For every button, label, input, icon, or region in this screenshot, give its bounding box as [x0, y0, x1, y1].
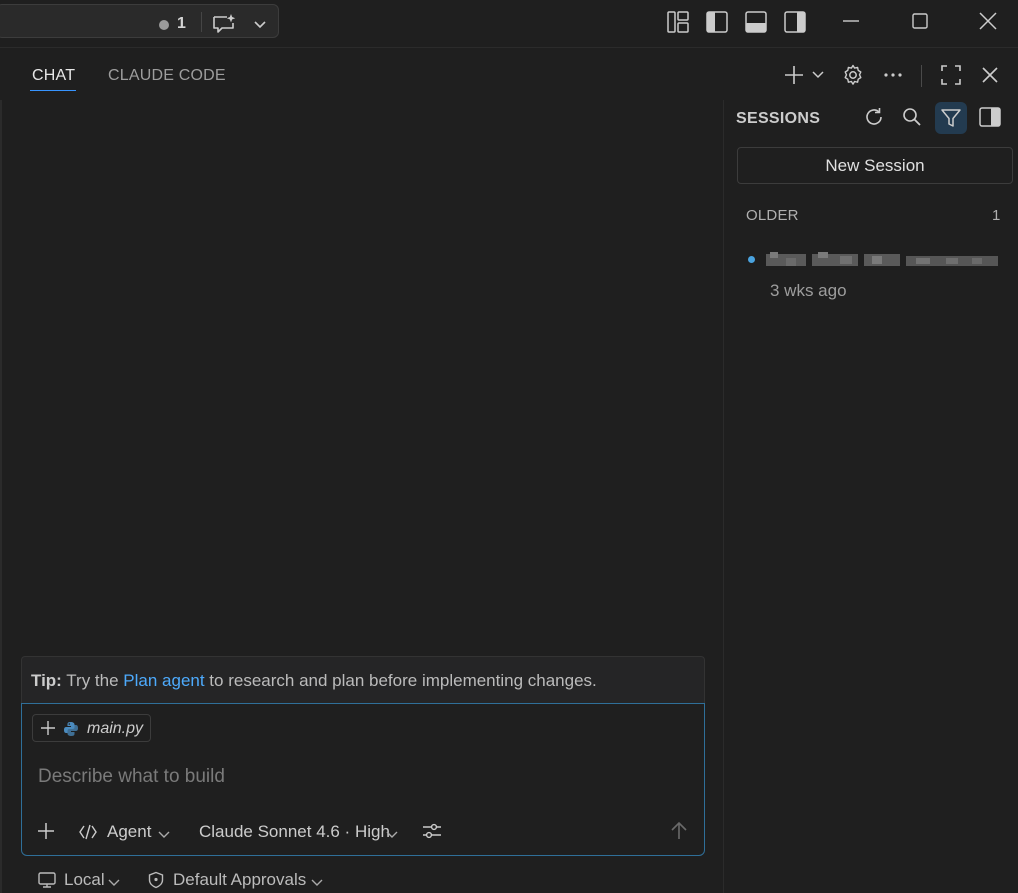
layout-customize-icon[interactable] — [666, 10, 690, 39]
session-time: 3 wks ago — [770, 281, 847, 300]
add-context-icon[interactable] — [39, 719, 57, 742]
model-select[interactable]: Claude Sonnet 4.6 · High — [199, 822, 390, 842]
minimize-icon[interactable] — [840, 10, 862, 37]
chat-input-box: main.py Describe what to build Agent Cla… — [21, 703, 705, 856]
toggle-sidebar-icon[interactable] — [978, 105, 1002, 134]
group-count: 1 — [992, 207, 1001, 224]
chevron-down-icon[interactable] — [311, 875, 323, 893]
maximize-icon[interactable] — [909, 10, 931, 37]
sessions-sidebar: SESSIONS New Session OLDER 1 3 wks ago — [723, 100, 1018, 893]
toggle-primary-sidebar-icon[interactable] — [705, 10, 729, 39]
chevron-down-icon[interactable] — [811, 68, 825, 86]
notification-count: 1 — [177, 15, 186, 32]
tip-pre: Try the — [61, 671, 124, 690]
divider — [921, 65, 922, 87]
more-icon[interactable] — [881, 63, 905, 92]
filter-icon — [939, 106, 963, 135]
gear-icon[interactable] — [841, 63, 865, 92]
context-file-chip[interactable]: main.py — [32, 714, 151, 742]
filter-button[interactable] — [935, 102, 967, 134]
monitor-icon — [37, 871, 57, 893]
tip-label: Tip: — [31, 671, 62, 690]
agent-mode-select[interactable]: Agent — [107, 822, 151, 842]
plan-agent-link[interactable]: Plan agent — [123, 671, 204, 690]
send-icon[interactable] — [668, 820, 690, 847]
tip-text: Tip: Try the Plan agent to research and … — [31, 671, 597, 691]
toggle-secondary-sidebar-icon[interactable] — [783, 10, 807, 39]
location-select[interactable]: Local — [64, 870, 105, 890]
active-tab-indicator — [30, 90, 76, 91]
tab-claude-code[interactable]: CLAUDE CODE — [108, 67, 226, 85]
chevron-down-icon[interactable] — [253, 17, 267, 35]
editor-edge — [0, 100, 2, 893]
shield-icon — [147, 871, 165, 893]
redacted-session-title — [766, 252, 998, 266]
chat-sparkle-icon[interactable] — [211, 13, 239, 40]
agent-mode-icon — [78, 822, 98, 847]
tools-settings-icon[interactable] — [421, 820, 443, 847]
approvals-select[interactable]: Default Approvals — [173, 870, 306, 890]
chevron-down-icon[interactable] — [386, 827, 398, 845]
new-chat-icon[interactable] — [782, 63, 806, 92]
maximize-panel-icon[interactable] — [939, 63, 963, 92]
sessions-title: SESSIONS — [736, 110, 821, 127]
title-bar: 1 — [0, 0, 1018, 48]
session-status-dot — [748, 256, 755, 263]
tab-chat[interactable]: CHAT — [32, 67, 75, 85]
command-center[interactable]: 1 — [0, 4, 279, 38]
chevron-down-icon[interactable] — [108, 875, 120, 893]
close-icon[interactable] — [977, 10, 999, 37]
context-file-name: main.py — [87, 720, 144, 737]
refresh-icon[interactable] — [862, 105, 886, 134]
divider — [201, 12, 202, 32]
chevron-down-icon[interactable] — [158, 827, 170, 845]
tip-banner: Tip: Try the Plan agent to research and … — [21, 656, 705, 704]
dot-icon — [159, 20, 169, 30]
close-icon[interactable] — [979, 63, 1001, 92]
search-icon[interactable] — [900, 105, 924, 134]
prompt-input[interactable]: Describe what to build — [38, 766, 225, 788]
toggle-panel-icon[interactable] — [744, 10, 768, 39]
panel-header: CHAT CLAUDE CODE — [0, 49, 1018, 101]
add-icon[interactable] — [36, 821, 56, 846]
python-icon — [63, 721, 79, 742]
new-session-button[interactable]: New Session — [737, 147, 1013, 184]
group-label: OLDER — [746, 207, 799, 224]
tip-post: to research and plan before implementing… — [204, 671, 597, 690]
